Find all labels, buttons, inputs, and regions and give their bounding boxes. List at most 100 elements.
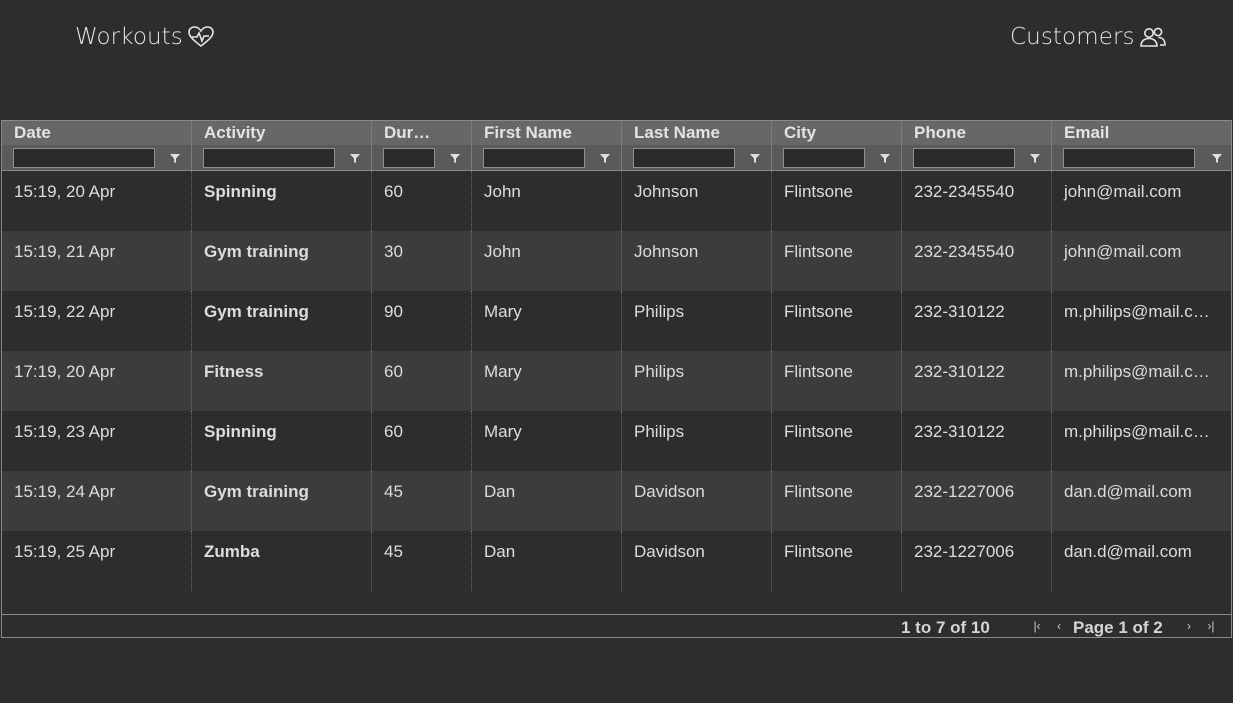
cell-duration: 45 (372, 531, 472, 591)
cell-email: john@mail.com (1064, 242, 1182, 261)
filter-input-city[interactable] (783, 148, 865, 168)
cell-email: dan.d@mail.com (1064, 482, 1192, 501)
heart-pulse-icon (187, 25, 215, 49)
column-header-email[interactable]: Email (1052, 121, 1233, 145)
cell-duration: 45 (372, 471, 472, 531)
customers-label: Customers (1010, 24, 1135, 50)
next-page-icon[interactable]: › (1181, 617, 1197, 635)
cell-first-name: Dan (472, 471, 622, 531)
workouts-link[interactable]: Workouts (75, 20, 215, 54)
cell-activity: Gym training (192, 471, 372, 531)
cell-date: 17:19, 20 Apr (2, 351, 192, 411)
table-body: 15:19, 20 Apr Spinning 60 John Johnson F… (2, 171, 1231, 591)
cell-activity: Gym training (192, 291, 372, 351)
table-row[interactable]: 15:19, 21 Apr Gym training 30 John Johns… (2, 231, 1231, 291)
table-row[interactable]: 15:19, 23 Apr Spinning 60 Mary Philips F… (2, 411, 1231, 471)
cell-phone: 232-2345540 (902, 231, 1052, 291)
cell-activity: Gym training (192, 231, 372, 291)
column-header-first-name[interactable]: First Name (472, 121, 622, 145)
column-header-date[interactable]: Date (2, 121, 192, 145)
filter-cell-duration (372, 145, 472, 170)
filter-input-duration[interactable] (383, 148, 435, 168)
table-row[interactable]: 17:19, 20 Apr Fitness 60 Mary Philips Fl… (2, 351, 1231, 411)
table-row[interactable]: 15:19, 20 Apr Spinning 60 John Johnson F… (2, 171, 1231, 231)
cell-city: Flintsone (772, 231, 902, 291)
pagination-bar: 1 to 7 of 10 |‹ ‹ Page 1 of 2 › ›| (2, 614, 1231, 638)
cell-phone: 232-310122 (902, 291, 1052, 351)
cell-duration: 60 (372, 351, 472, 411)
cell-duration: 30 (372, 231, 472, 291)
first-page-icon[interactable]: |‹ (1029, 617, 1045, 635)
cell-last-name: Philips (622, 351, 772, 411)
filter-icon[interactable] (877, 150, 893, 166)
filter-icon[interactable] (1027, 150, 1043, 166)
cell-last-name: Philips (622, 291, 772, 351)
cell-date: 15:19, 24 Apr (2, 471, 192, 531)
table-header-row: Date Activity Dur… First Name Last Name … (2, 121, 1231, 145)
column-header-duration[interactable]: Dur… (372, 121, 472, 145)
cell-activity: Spinning (192, 171, 372, 231)
cell-city: Flintsone (772, 291, 902, 351)
cell-email: john@mail.com (1064, 182, 1182, 201)
filter-icon[interactable] (347, 150, 363, 166)
cell-phone: 232-1227006 (902, 531, 1052, 591)
cell-date: 15:19, 21 Apr (2, 231, 192, 291)
cell-activity: Fitness (192, 351, 372, 411)
cell-date: 15:19, 22 Apr (2, 291, 192, 351)
column-header-city[interactable]: City (772, 121, 902, 145)
workouts-table: Date Activity Dur… First Name Last Name … (1, 120, 1232, 638)
column-header-activity[interactable]: Activity (192, 121, 372, 145)
filter-input-email[interactable] (1063, 148, 1195, 168)
cell-city: Flintsone (772, 351, 902, 411)
cell-date: 15:19, 23 Apr (2, 411, 192, 471)
filter-icon[interactable] (167, 150, 183, 166)
filter-cell-email (1052, 145, 1233, 170)
cell-phone: 232-2345540 (902, 171, 1052, 231)
cell-phone: 232-310122 (902, 351, 1052, 411)
filter-icon[interactable] (1209, 150, 1225, 166)
cell-email: m.philips@mail.c… (1064, 362, 1210, 381)
cell-duration: 90 (372, 291, 472, 351)
filter-cell-first-name (472, 145, 622, 170)
filter-icon[interactable] (447, 150, 463, 166)
workouts-label: Workouts (75, 24, 183, 50)
cell-first-name: Mary (472, 411, 622, 471)
table-row[interactable]: 15:19, 22 Apr Gym training 90 Mary Phili… (2, 291, 1231, 351)
cell-activity: Spinning (192, 411, 372, 471)
filter-input-first-name[interactable] (483, 148, 585, 168)
filter-input-activity[interactable] (203, 148, 335, 168)
table-row[interactable]: 15:19, 24 Apr Gym training 45 Dan Davids… (2, 471, 1231, 531)
cell-city: Flintsone (772, 411, 902, 471)
cell-duration: 60 (372, 171, 472, 231)
filter-input-last-name[interactable] (633, 148, 735, 168)
column-header-last-name[interactable]: Last Name (622, 121, 772, 145)
table-row[interactable]: 15:19, 25 Apr Zumba 45 Dan Davidson Flin… (2, 531, 1231, 591)
last-page-icon[interactable]: ›| (1203, 617, 1219, 635)
filter-input-date[interactable] (13, 148, 155, 168)
cell-city: Flintsone (772, 171, 902, 231)
cell-last-name: Johnson (622, 231, 772, 291)
previous-page-icon[interactable]: ‹ (1051, 617, 1067, 635)
people-icon (1139, 25, 1167, 49)
cell-last-name: Davidson (622, 471, 772, 531)
column-header-phone[interactable]: Phone (902, 121, 1052, 145)
filter-icon[interactable] (597, 150, 613, 166)
cell-city: Flintsone (772, 471, 902, 531)
row-count-summary: 1 to 7 of 10 (901, 618, 990, 637)
filter-cell-city (772, 145, 902, 170)
filter-icon[interactable] (747, 150, 763, 166)
customers-link[interactable]: Customers (1010, 20, 1167, 54)
cell-date: 15:19, 25 Apr (2, 531, 192, 591)
cell-email: m.philips@mail.c… (1064, 302, 1210, 321)
filter-cell-phone (902, 145, 1052, 170)
cell-email: dan.d@mail.com (1064, 542, 1192, 561)
cell-first-name: John (472, 171, 622, 231)
cell-city: Flintsone (772, 531, 902, 591)
cell-activity: Zumba (192, 531, 372, 591)
cell-date: 15:19, 20 Apr (2, 171, 192, 231)
cell-last-name: Davidson (622, 531, 772, 591)
cell-first-name: Mary (472, 351, 622, 411)
filter-row (2, 145, 1231, 171)
filter-input-phone[interactable] (913, 148, 1015, 168)
cell-first-name: John (472, 231, 622, 291)
